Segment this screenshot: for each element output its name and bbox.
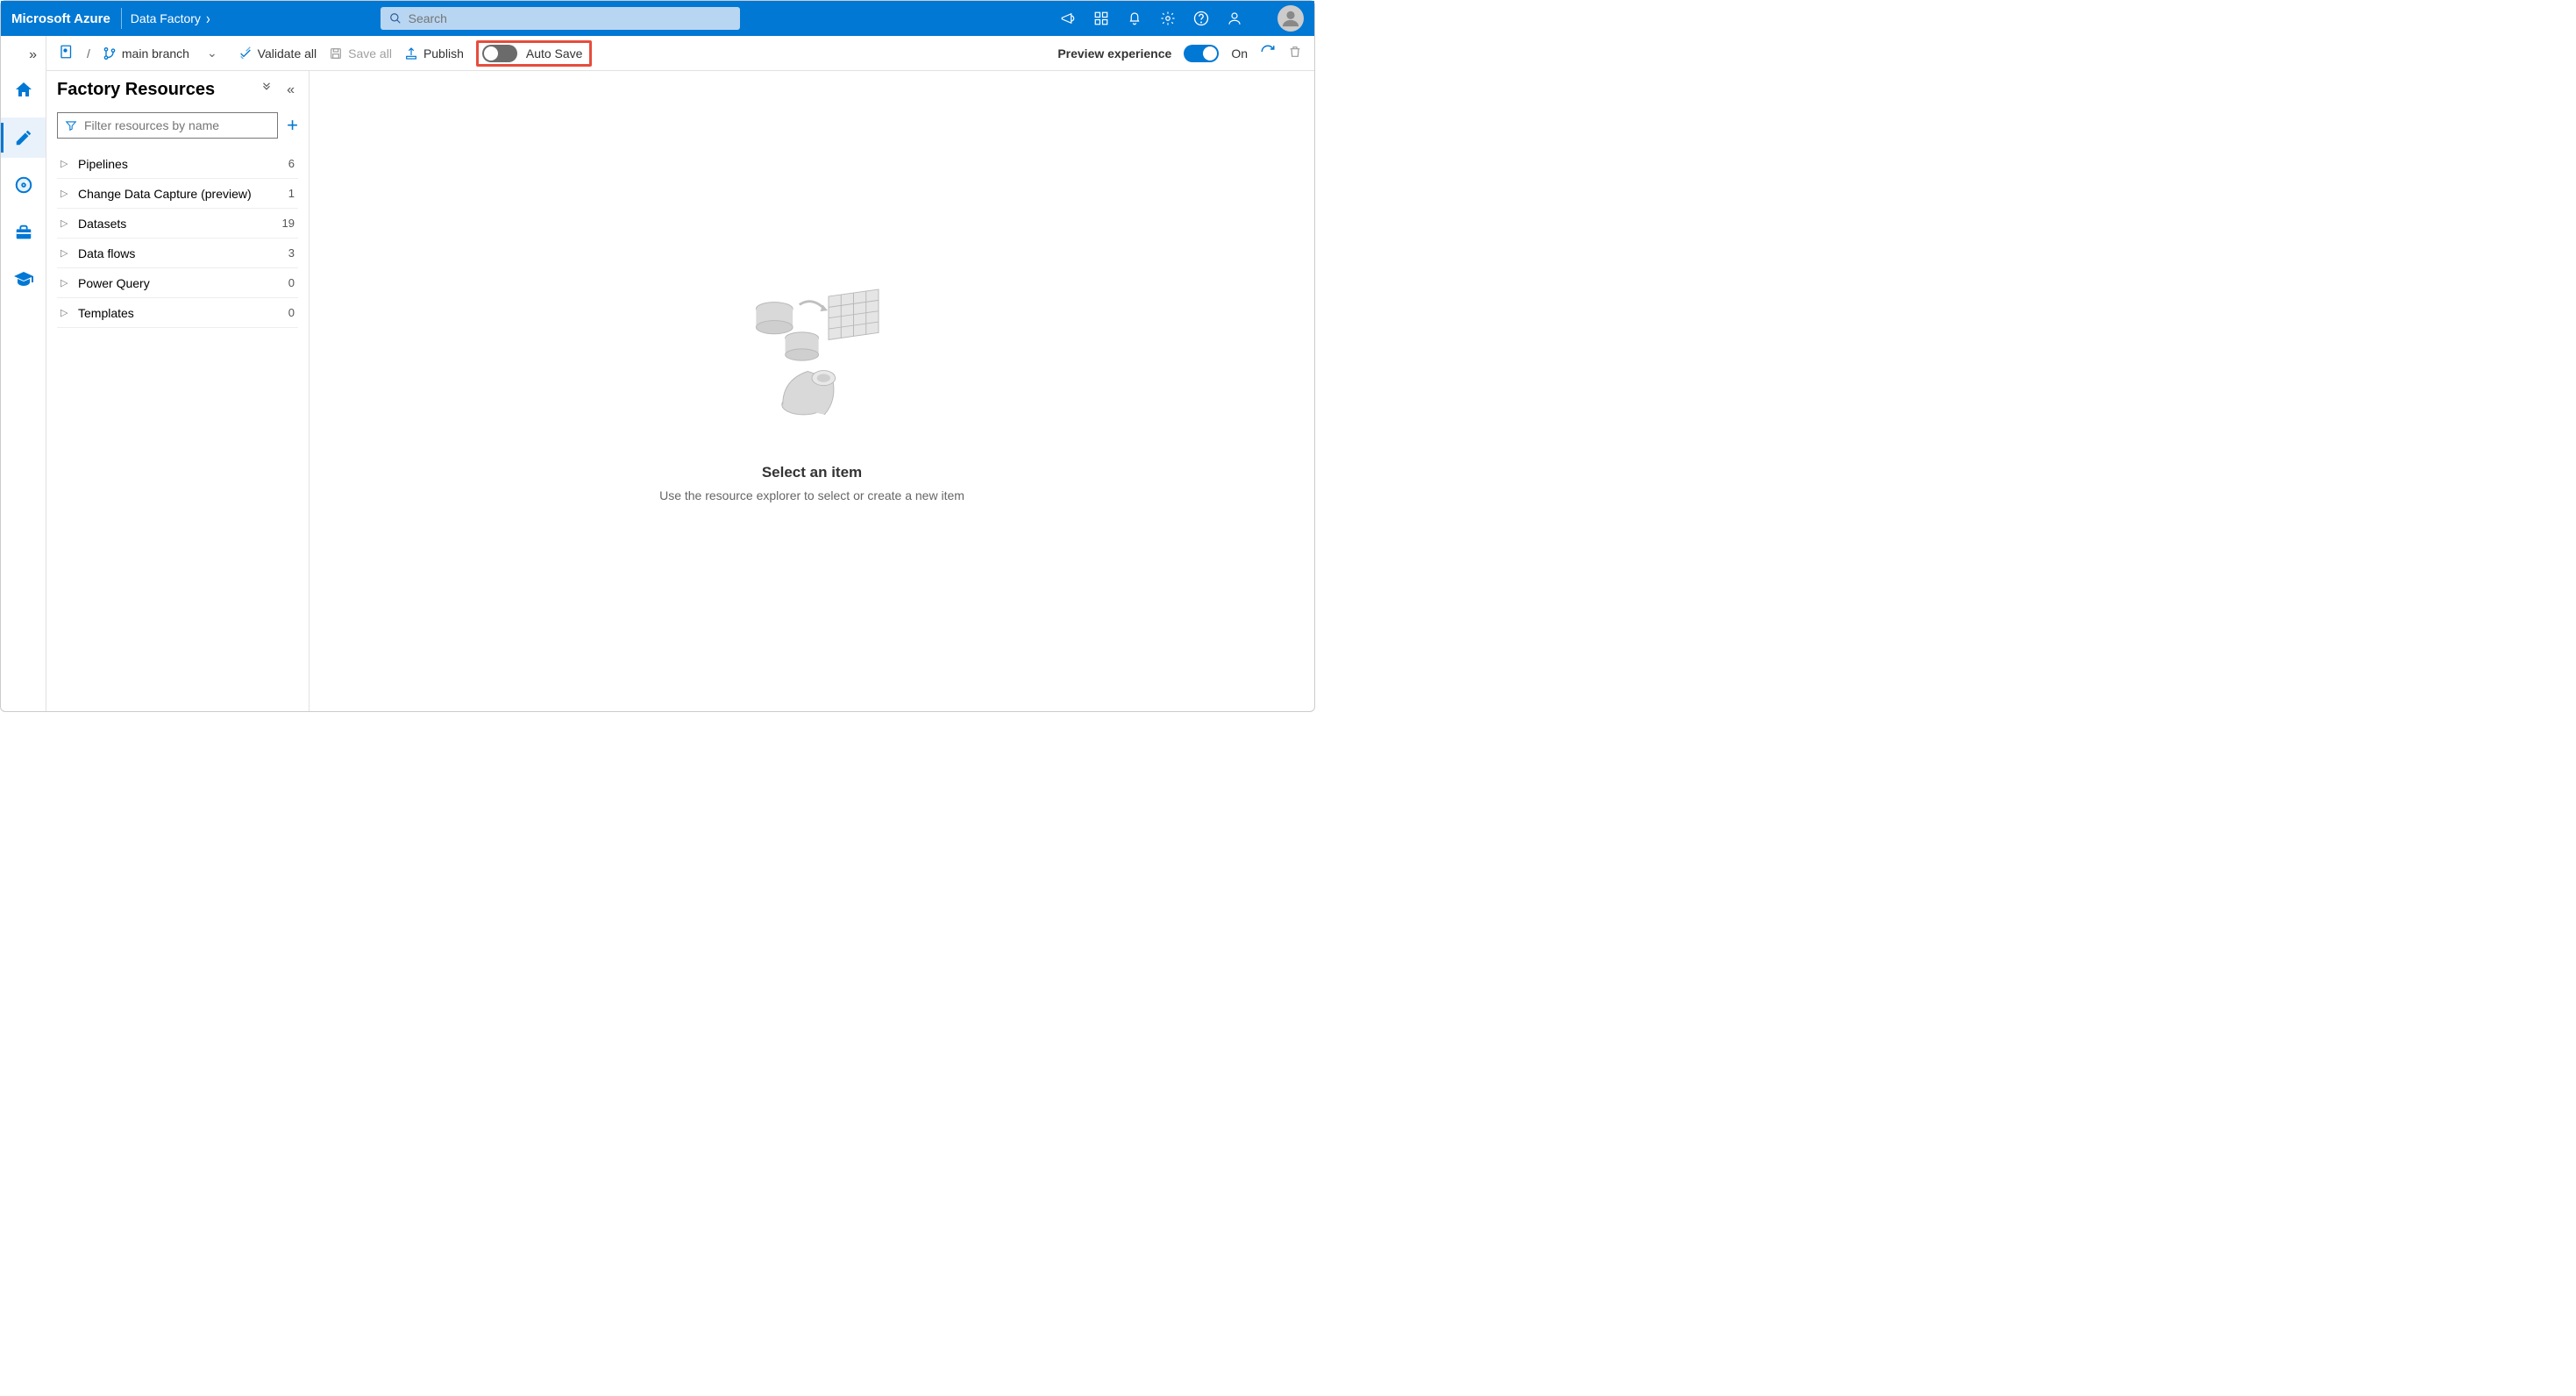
empty-state-illustration	[729, 280, 895, 446]
global-search[interactable]	[381, 7, 740, 30]
empty-canvas: Select an item Use the resource explorer…	[310, 71, 1314, 711]
expand-all-icon[interactable]	[257, 82, 276, 98]
preview-exp-label: Preview experience	[1057, 46, 1171, 61]
branch-icon	[103, 46, 117, 61]
empty-subtext: Use the resource explorer to select or c…	[659, 488, 964, 502]
divider	[121, 8, 122, 29]
autosave-highlight: Auto Save	[476, 40, 593, 67]
caret-right-icon: ▷	[60, 307, 71, 318]
publish-button[interactable]: Publish	[404, 46, 464, 61]
resource-tree: ▷ Pipelines 6 ▷ Change Data Capture (pre…	[57, 149, 298, 328]
tree-item-cdc[interactable]: ▷ Change Data Capture (preview) 1	[57, 179, 298, 209]
save-icon	[329, 46, 343, 61]
graduation-icon	[13, 269, 34, 290]
collapse-panel-icon[interactable]: «	[283, 82, 298, 98]
gauge-icon	[14, 175, 33, 195]
settings-icon[interactable]	[1160, 11, 1176, 26]
save-all-button: Save all	[329, 46, 392, 61]
autosave-label: Auto Save	[526, 46, 583, 61]
authoring-toolbar: / main branch ⌄ Validate all Save all Pu…	[46, 36, 1314, 71]
tree-item-datasets[interactable]: ▷ Datasets 19	[57, 209, 298, 239]
chevron-down-icon: ⌄	[207, 46, 217, 61]
rail-expand-button[interactable]: »	[29, 43, 46, 63]
search-input[interactable]	[409, 11, 731, 25]
caret-right-icon: ▷	[60, 158, 71, 169]
preview-state: On	[1231, 46, 1248, 61]
chevron-right-icon	[206, 11, 210, 25]
tree-item-templates[interactable]: ▷ Templates 0	[57, 298, 298, 328]
filter-box[interactable]	[57, 112, 278, 139]
brand-logo[interactable]: Microsoft Azure	[11, 11, 121, 26]
announce-icon[interactable]	[1060, 11, 1076, 26]
rail-manage[interactable]	[1, 212, 46, 253]
feedback-icon[interactable]	[1227, 11, 1242, 26]
toolbox-icon	[14, 223, 33, 242]
repo-icon[interactable]	[59, 44, 75, 62]
caret-right-icon: ▷	[60, 247, 71, 259]
upload-icon	[404, 46, 418, 61]
user-avatar[interactable]	[1277, 5, 1304, 32]
tree-item-powerquery[interactable]: ▷ Power Query 0	[57, 268, 298, 298]
header-actions	[1060, 11, 1260, 26]
pencil-icon	[14, 128, 33, 147]
autosave-toggle[interactable]	[482, 45, 517, 62]
empty-heading: Select an item	[762, 464, 862, 481]
service-breadcrumb[interactable]: Data Factory	[127, 11, 214, 25]
filter-input[interactable]	[84, 118, 270, 132]
rail-home[interactable]	[1, 70, 46, 110]
directories-icon[interactable]	[1093, 11, 1109, 26]
branch-picker[interactable]: main branch ⌄	[103, 46, 217, 61]
azure-top-bar: Microsoft Azure Data Factory	[1, 1, 1314, 36]
left-rail: »	[1, 36, 46, 711]
resource-explorer: Factory Resources « + ▷ Pi	[46, 71, 310, 711]
slash: /	[87, 46, 90, 61]
notifications-icon[interactable]	[1127, 11, 1142, 26]
rail-monitor[interactable]	[1, 165, 46, 205]
service-name: Data Factory	[131, 11, 201, 25]
refresh-icon[interactable]	[1260, 44, 1276, 62]
help-icon[interactable]	[1193, 11, 1209, 26]
rail-learn[interactable]	[1, 260, 46, 300]
caret-right-icon: ▷	[60, 277, 71, 288]
branch-name: main branch	[122, 46, 189, 61]
rail-author[interactable]	[1, 118, 46, 158]
add-resource-button[interactable]: +	[287, 114, 298, 137]
home-icon	[13, 80, 34, 101]
search-icon	[389, 12, 402, 25]
tree-item-pipelines[interactable]: ▷ Pipelines 6	[57, 149, 298, 179]
caret-right-icon: ▷	[60, 188, 71, 199]
validate-all-button[interactable]: Validate all	[238, 46, 317, 61]
explorer-title: Factory Resources	[57, 80, 250, 100]
delete-icon[interactable]	[1288, 45, 1302, 61]
caret-right-icon: ▷	[60, 217, 71, 229]
preview-toggle[interactable]	[1184, 45, 1219, 62]
check-icon	[238, 46, 253, 61]
filter-icon	[65, 119, 77, 132]
tree-item-dataflows[interactable]: ▷ Data flows 3	[57, 239, 298, 268]
